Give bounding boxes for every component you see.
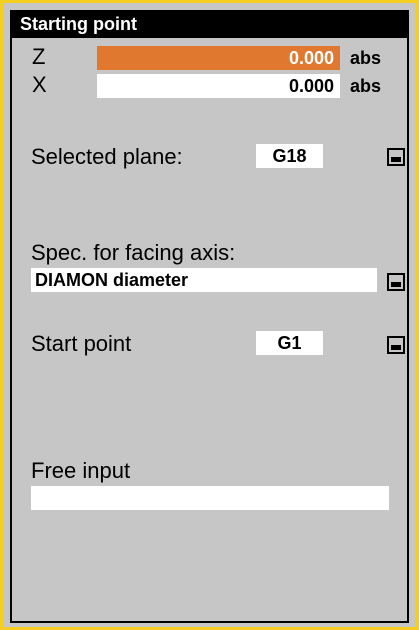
facing-axis-label: Spec. for facing axis: xyxy=(31,240,236,265)
free-input-label: Free input xyxy=(31,458,131,483)
selected-plane-field[interactable]: G18 xyxy=(256,144,323,168)
start-point-field[interactable]: G1 xyxy=(256,331,323,355)
x-value-field[interactable]: 0.000 xyxy=(97,74,340,98)
z-unit-label: abs xyxy=(350,48,382,68)
selected-plane-label: Selected plane: xyxy=(31,144,183,169)
dialog-panel: Starting point Z 0.000 abs X 0.000 abs S… xyxy=(10,10,409,623)
z-axis-label: Z xyxy=(32,44,46,69)
x-axis-label: X xyxy=(32,72,47,97)
dialog-frame: Starting point Z 0.000 abs X 0.000 abs S… xyxy=(0,0,419,630)
window-title: Starting point xyxy=(12,10,407,38)
start-point-label: Start point xyxy=(31,331,132,356)
start-point-toggle-icon[interactable] xyxy=(387,336,405,354)
facing-axis-field[interactable]: DIAMON diameter xyxy=(31,268,377,292)
x-unit-label: abs xyxy=(350,76,382,96)
z-value-field[interactable]: 0.000 xyxy=(97,46,340,70)
facing-axis-toggle-icon[interactable] xyxy=(387,273,405,291)
free-input-field[interactable] xyxy=(31,486,389,510)
selected-plane-toggle-icon[interactable] xyxy=(387,148,405,166)
